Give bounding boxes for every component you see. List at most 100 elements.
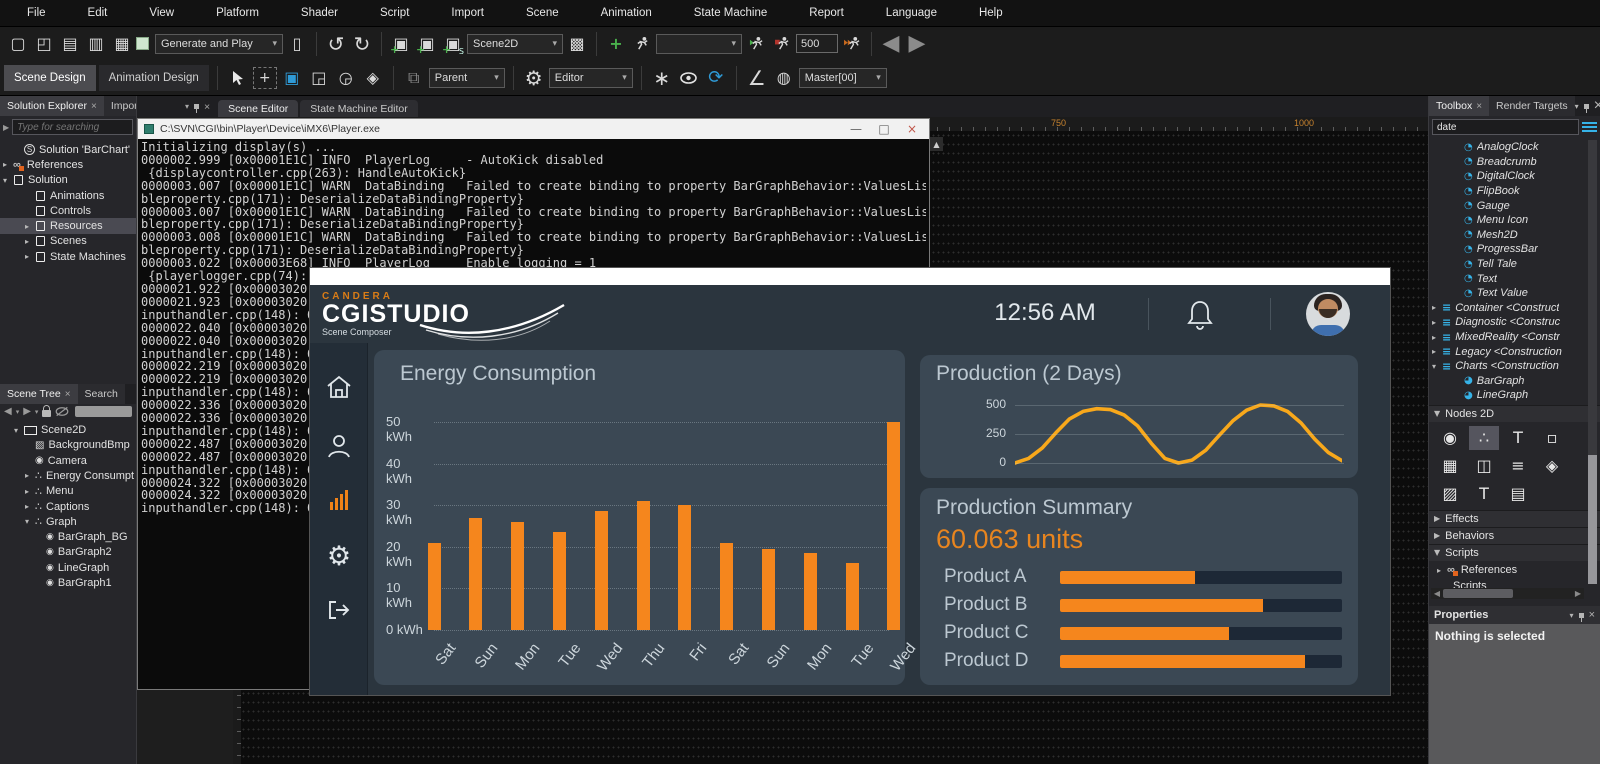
generate-checkbox[interactable] [136, 37, 149, 50]
section-behaviors[interactable]: ▶ Behaviors [1429, 527, 1600, 544]
solution-search-input[interactable] [12, 119, 133, 135]
camera-tool-button[interactable]: ▣ [280, 65, 304, 91]
close-icon[interactable]: × [91, 101, 97, 112]
master-layer-select[interactable]: Master[00]▾ [799, 68, 887, 88]
toolbox-item-container-construct[interactable]: ▸≡Container <Construct [1429, 301, 1600, 316]
scroll-up-button[interactable]: ▲ [930, 137, 943, 151]
bars-node-icon[interactable]: ≡ [1503, 454, 1533, 478]
menu-platform[interactable]: Platform [195, 0, 280, 26]
tree-arrow-icon[interactable]: ▸ [1432, 333, 1442, 342]
menu-animation[interactable]: Animation [580, 0, 673, 26]
scene-item-linegraph[interactable]: ◉LineGraph [0, 560, 136, 575]
notifications-bell-icon[interactable] [1185, 299, 1215, 336]
pin-icon[interactable] [1579, 613, 1584, 618]
tab-scene-editor[interactable]: Scene Editor [218, 100, 298, 117]
frame-node-icon[interactable]: ▫ [1537, 426, 1567, 450]
tree-arrow-icon[interactable]: ▸ [25, 502, 35, 511]
solution-item-state-machines[interactable]: ▸State Machines [0, 249, 136, 264]
toolbox-hscrollbar[interactable]: ◀ ▶ [1431, 588, 1584, 599]
scrollbar-thumb[interactable] [1443, 589, 1513, 598]
history-back-icon[interactable]: ◀ [4, 406, 12, 417]
measure-angle-icon[interactable]: ∠ [745, 65, 769, 91]
home-icon[interactable] [310, 375, 368, 399]
tab-scene-design[interactable]: Scene Design [4, 65, 96, 91]
tree-arrow-icon[interactable]: ▸ [3, 160, 13, 169]
tab-animation-design[interactable]: Animation Design [99, 65, 209, 91]
scripts-references-item[interactable]: ▸∞ References [1429, 563, 1600, 578]
toolbox-item-analogclock[interactable]: ◔AnalogClock [1429, 140, 1600, 155]
console-titlebar[interactable]: C:\SVN\CGI\bin\Player\Device\iMX6\Player… [138, 119, 929, 139]
toolbox-item-breadcrumb[interactable]: ◔Breadcrumb [1429, 155, 1600, 170]
resize-tool-button[interactable]: ◲ [307, 65, 331, 91]
active-scene-select[interactable]: Scene2D▾ [467, 34, 563, 54]
chevron-down-icon[interactable]: ▾ [185, 102, 189, 111]
close-icon[interactable]: × [1594, 97, 1600, 115]
scrollbar-thumb[interactable] [1588, 455, 1597, 584]
scene-item-bargraph2[interactable]: ◉BarGraph2 [0, 545, 136, 560]
minimize-button[interactable]: — [845, 122, 867, 136]
solution-item-animations[interactable]: Animations [0, 188, 136, 203]
close-icon[interactable]: × [65, 389, 71, 400]
undo-button[interactable]: ↺ [324, 31, 348, 57]
section-scripts[interactable]: ▼ Scripts [1429, 544, 1600, 561]
pin-icon[interactable] [194, 104, 199, 109]
menu-edit[interactable]: Edit [67, 0, 129, 26]
menu-import[interactable]: Import [430, 0, 505, 26]
tree-arrow-icon[interactable]: ▸ [25, 471, 35, 480]
toolbox-item-legacy-construction[interactable]: ▸≡Legacy <Construction [1429, 344, 1600, 359]
portrait-node-icon[interactable]: ◫ [1469, 454, 1499, 478]
open-document-button[interactable]: ◰ [32, 31, 56, 57]
scene-item-camera[interactable]: ◉Camera [0, 453, 136, 468]
menu-state-machine[interactable]: State Machine [673, 0, 789, 26]
toolbox-item-mesh2d[interactable]: ◔Mesh2D [1429, 228, 1600, 243]
scroll-right-icon[interactable]: ▶ [1572, 589, 1584, 598]
tab-solution-explorer[interactable]: Solution Explorer× [0, 96, 104, 116]
move-tool-button[interactable]: + [253, 67, 277, 89]
preview-titlebar[interactable] [310, 268, 1390, 285]
add-scene-button[interactable]: ▣+ [389, 31, 413, 57]
gears-icon[interactable]: ⚙ [522, 65, 546, 91]
tree-arrow-icon[interactable]: ▾ [14, 426, 24, 435]
tree-arrow-icon[interactable]: ▾ [25, 517, 35, 526]
scene-item-bargraph1[interactable]: ◉BarGraph1 [0, 575, 136, 590]
generate-mode-select[interactable]: Generate and Play▾ [155, 34, 283, 54]
chevron-down-icon[interactable]: ▾ [16, 408, 20, 416]
sync-button[interactable]: ⟳ [704, 65, 728, 91]
close-icon[interactable]: × [1476, 101, 1482, 112]
group-node-icon[interactable]: ∴ [1469, 426, 1499, 450]
toolbox-item-text-value[interactable]: ◔Text Value [1429, 286, 1600, 301]
text-drop-node-icon[interactable]: T [1503, 426, 1533, 450]
section-nodes-2d[interactable]: ▼ Nodes 2D [1429, 405, 1600, 422]
menu-file[interactable]: File [6, 0, 67, 26]
zoom-slider[interactable] [75, 406, 132, 417]
toolbox-item-gauge[interactable]: ◔Gauge [1429, 198, 1600, 213]
chevron-down-icon[interactable]: ▾ [35, 408, 39, 416]
maximize-button[interactable]: □ [873, 122, 895, 136]
editor-mode-select[interactable]: Editor▾ [549, 68, 633, 88]
menu-script[interactable]: Script [359, 0, 430, 26]
user-icon[interactable] [310, 433, 368, 459]
scene-item-captions[interactable]: ▸∴Captions [0, 499, 136, 514]
run-play-button[interactable] [744, 31, 768, 57]
close-icon[interactable]: × [204, 101, 210, 113]
grid-node-icon[interactable]: ▦ [1435, 454, 1465, 478]
image-node-icon[interactable]: ▨ [1435, 482, 1465, 506]
user-avatar[interactable] [1306, 292, 1350, 336]
history-forward-icon[interactable]: ▶ [23, 406, 31, 417]
tab-imports[interactable]: Imports [104, 96, 137, 116]
scene-item-bargraph-bg[interactable]: ◉BarGraph_BG [0, 529, 136, 544]
tab-state-machine-editor[interactable]: State Machine Editor [300, 100, 417, 117]
menu-shader[interactable]: Shader [280, 0, 359, 26]
toolbox-search-input[interactable] [1432, 119, 1579, 135]
run-fast-button[interactable] [840, 31, 864, 57]
section-effects[interactable]: ▶ Effects [1429, 510, 1600, 527]
navigate-forward-button[interactable]: ▶ [905, 31, 929, 57]
list-node-icon[interactable]: ▤ [1503, 482, 1533, 506]
menu-view[interactable]: View [128, 0, 195, 26]
toolbox-scrollbar[interactable] [1588, 140, 1597, 584]
film-icon[interactable]: ▩ [565, 31, 589, 57]
solution-item-controls[interactable]: Controls [0, 203, 136, 218]
tree-arrow-icon[interactable]: ▸ [25, 487, 35, 496]
player-target-select[interactable]: ▾ [656, 34, 742, 54]
run-speed-input[interactable] [796, 34, 838, 53]
